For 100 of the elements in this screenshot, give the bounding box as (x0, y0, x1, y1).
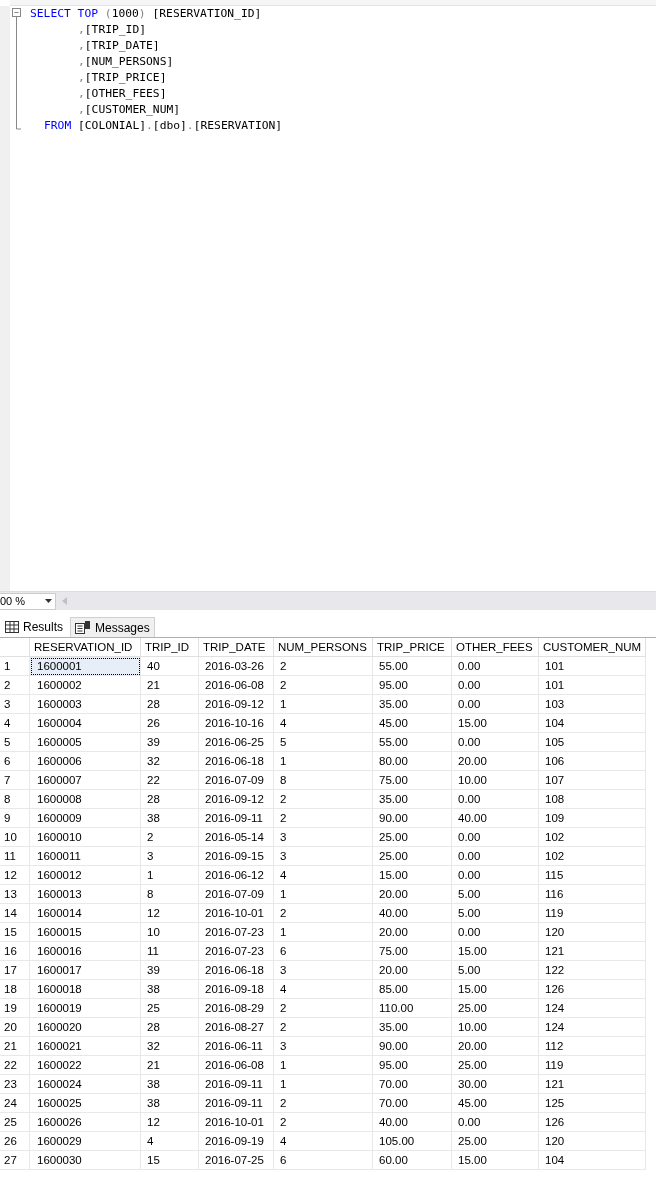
row-number[interactable]: 5 (0, 733, 30, 752)
table-cell: 1 (274, 695, 373, 714)
table-cell: 32 (141, 1037, 199, 1056)
table-cell: 1600014 (30, 904, 141, 923)
table-cell: 20.00 (373, 961, 452, 980)
table-cell: 122 (539, 961, 646, 980)
table-cell: 4 (141, 1132, 199, 1151)
row-number[interactable]: 1 (0, 657, 30, 676)
table-cell: 124 (539, 999, 646, 1018)
table-cell: 2016-09-11 (199, 1094, 274, 1113)
column-header[interactable]: RESERVATION_ID (30, 638, 141, 657)
row-number[interactable]: 11 (0, 847, 30, 866)
table-cell: 22 (141, 771, 199, 790)
table-cell: 0.00 (452, 1113, 539, 1132)
row-number[interactable]: 27 (0, 1151, 30, 1170)
table-cell: 0.00 (452, 790, 539, 809)
row-number[interactable]: 12 (0, 866, 30, 885)
row-number[interactable]: 26 (0, 1132, 30, 1151)
row-number[interactable]: 25 (0, 1113, 30, 1132)
table-cell: 21 (141, 676, 199, 695)
row-number[interactable]: 20 (0, 1018, 30, 1037)
caret-icon (45, 599, 52, 603)
table-cell: 20.00 (373, 923, 452, 942)
table-cell: 25.00 (452, 1132, 539, 1151)
row-number[interactable]: 9 (0, 809, 30, 828)
messages-tab[interactable]: Messages (70, 617, 155, 637)
table-cell: 2016-05-14 (199, 828, 274, 847)
row-number[interactable]: 4 (0, 714, 30, 733)
row-number[interactable]: 6 (0, 752, 30, 771)
row-number[interactable]: 17 (0, 961, 30, 980)
row-number[interactable]: 7 (0, 771, 30, 790)
zoom-dropdown[interactable]: 00 % (0, 592, 56, 610)
table-cell: 2016-03-26 (199, 657, 274, 676)
table-cell: 45.00 (373, 714, 452, 733)
table-cell: 1600029 (30, 1132, 141, 1151)
table-cell: 35.00 (373, 790, 452, 809)
table-cell: 4 (274, 866, 373, 885)
table-cell: 1 (274, 752, 373, 771)
table-cell: 2016-09-18 (199, 980, 274, 999)
row-number[interactable]: 18 (0, 980, 30, 999)
table-cell: 2016-06-18 (199, 752, 274, 771)
row-number[interactable]: 8 (0, 790, 30, 809)
table-cell: 2 (274, 790, 373, 809)
table-cell: 0.00 (452, 847, 539, 866)
table-cell: 1600001 (30, 657, 141, 676)
table-cell: 2 (274, 1113, 373, 1132)
table-cell: 109 (539, 809, 646, 828)
row-number[interactable]: 2 (0, 676, 30, 695)
table-cell: 2016-09-12 (199, 790, 274, 809)
table-cell: 10.00 (452, 1018, 539, 1037)
row-number[interactable]: 16 (0, 942, 30, 961)
table-cell: 1600022 (30, 1056, 141, 1075)
document-icon (75, 621, 91, 634)
column-header[interactable]: TRIP_DATE (199, 638, 274, 657)
row-number[interactable]: 23 (0, 1075, 30, 1094)
table-cell: 3 (141, 847, 199, 866)
table-cell: 4 (274, 1132, 373, 1151)
row-number[interactable]: 10 (0, 828, 30, 847)
column-header[interactable]: OTHER_FEES (452, 638, 539, 657)
row-number[interactable]: 19 (0, 999, 30, 1018)
row-number[interactable]: 21 (0, 1037, 30, 1056)
table-cell: 11 (141, 942, 199, 961)
table-cell: 15.00 (452, 980, 539, 999)
code-line: ,[TRIP_PRICE] (77, 70, 167, 86)
column-header[interactable]: TRIP_ID (141, 638, 199, 657)
table-cell: 3 (274, 847, 373, 866)
column-header[interactable]: CUSTOMER_NUM (539, 638, 646, 657)
table-cell: 60.00 (373, 1151, 452, 1170)
table-cell: 25.00 (452, 1056, 539, 1075)
table-cell: 2016-06-18 (199, 961, 274, 980)
table-cell: 12 (141, 1113, 199, 1132)
column-header[interactable]: TRIP_PRICE (373, 638, 452, 657)
table-cell: 1600007 (30, 771, 141, 790)
collapse-icon[interactable] (12, 8, 22, 130)
table-cell: 1600009 (30, 809, 141, 828)
table-cell: 126 (539, 1113, 646, 1132)
table-cell: 2016-07-23 (199, 942, 274, 961)
row-number[interactable]: 14 (0, 904, 30, 923)
code-line: SELECT TOP (1000) [RESERVATION_ID] (30, 6, 262, 22)
table-cell: 1600011 (30, 847, 141, 866)
row-number[interactable]: 22 (0, 1056, 30, 1075)
row-number[interactable]: 3 (0, 695, 30, 714)
table-cell: 121 (539, 942, 646, 961)
row-number[interactable]: 13 (0, 885, 30, 904)
table-cell: 2 (141, 828, 199, 847)
table-cell: 5 (274, 733, 373, 752)
column-header[interactable]: NUM_PERSONS (274, 638, 373, 657)
table-cell: 6 (274, 1151, 373, 1170)
table-cell: 30.00 (452, 1075, 539, 1094)
row-number[interactable]: 15 (0, 923, 30, 942)
table-cell: 1600006 (30, 752, 141, 771)
code-line: ,[OTHER_FEES] (77, 86, 167, 102)
table-cell: 2016-07-09 (199, 885, 274, 904)
row-number[interactable]: 24 (0, 1094, 30, 1113)
code-line: FROM [COLONIAL].[dbo].[RESERVATION] (43, 118, 283, 134)
table-cell: 0.00 (452, 828, 539, 847)
table-cell: 2 (274, 1018, 373, 1037)
table-cell: 125 (539, 1094, 646, 1113)
table-cell: 0.00 (452, 923, 539, 942)
table-cell: 20.00 (452, 752, 539, 771)
